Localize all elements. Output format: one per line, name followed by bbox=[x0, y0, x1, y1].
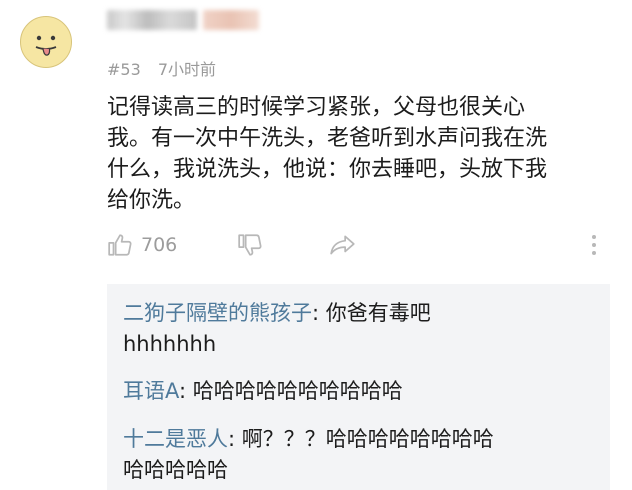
content-line: 记得读高三的时候学习紧张，父母也很关心 bbox=[107, 95, 526, 120]
post-content: 记得读高三的时候学习紧张，父母也很关心 我。有一次中午洗头，老爸听到水声问我在洗… bbox=[107, 92, 617, 216]
reply-text: hhhhhhh bbox=[123, 332, 217, 356]
dislike-button[interactable] bbox=[237, 232, 263, 258]
reply-separator: : bbox=[179, 379, 193, 403]
post-time: 7小时前 bbox=[157, 60, 217, 79]
share-button[interactable] bbox=[329, 232, 357, 258]
content-line: 什么，我说洗头，他说：你去睡吧，头放下我 bbox=[107, 157, 548, 182]
content-line: 给你洗。 bbox=[107, 188, 196, 213]
blurred-username-text bbox=[107, 10, 197, 30]
reply-line: 二狗子隔壁的熊孩子: 你爸有毒吧 bbox=[123, 298, 603, 329]
post-meta: #53 7小时前 bbox=[107, 56, 216, 80]
username-blurred[interactable] bbox=[107, 10, 259, 30]
reply-separator: : bbox=[228, 427, 242, 451]
reply-item[interactable]: 十二是恶人: 啊？？？哈哈哈哈哈哈哈哈 哈哈哈哈哈 bbox=[123, 424, 603, 486]
content-line: 我。有一次中午洗头，老爸听到水声问我在洗 bbox=[107, 126, 548, 151]
floor-number: #53 bbox=[107, 60, 141, 79]
share-arrow-icon bbox=[330, 235, 355, 255]
tongue-face-icon bbox=[35, 35, 57, 56]
action-bar: 706 bbox=[107, 232, 607, 262]
replies-panel: 二狗子隔壁的熊孩子: 你爸有毒吧 hhhhhhh 耳语A: 哈哈哈哈哈哈哈哈哈哈… bbox=[107, 284, 610, 490]
reply-item[interactable]: 二狗子隔壁的熊孩子: 你爸有毒吧 hhhhhhh bbox=[123, 298, 603, 360]
reply-line: 耳语A: 哈哈哈哈哈哈哈哈哈哈 bbox=[123, 376, 603, 407]
reply-author[interactable]: 二狗子隔壁的熊孩子 bbox=[123, 301, 312, 325]
like-button[interactable]: 706 bbox=[107, 232, 177, 258]
avatar[interactable] bbox=[20, 16, 72, 68]
reply-text: 你爸有毒吧 bbox=[325, 301, 431, 325]
thumbs-down-icon bbox=[238, 234, 262, 256]
more-options-button[interactable] bbox=[589, 232, 599, 258]
thumbs-up-icon bbox=[108, 234, 132, 256]
reply-text: 啊？？？哈哈哈哈哈哈哈哈 bbox=[241, 427, 494, 451]
reply-author[interactable]: 十二是恶人 bbox=[123, 427, 228, 451]
reply-line: 十二是恶人: 啊？？？哈哈哈哈哈哈哈哈 bbox=[123, 424, 603, 455]
reply-text: 哈哈哈哈哈 bbox=[123, 458, 228, 482]
reply-text: 哈哈哈哈哈哈哈哈哈哈 bbox=[192, 379, 403, 403]
vertical-ellipsis-icon bbox=[592, 235, 596, 255]
reply-author[interactable]: 耳语A bbox=[123, 379, 179, 403]
reply-separator: : bbox=[312, 301, 326, 325]
like-count: 706 bbox=[141, 234, 178, 256]
reply-item[interactable]: 耳语A: 哈哈哈哈哈哈哈哈哈哈 bbox=[123, 376, 603, 407]
blurred-user-badge bbox=[203, 10, 259, 30]
